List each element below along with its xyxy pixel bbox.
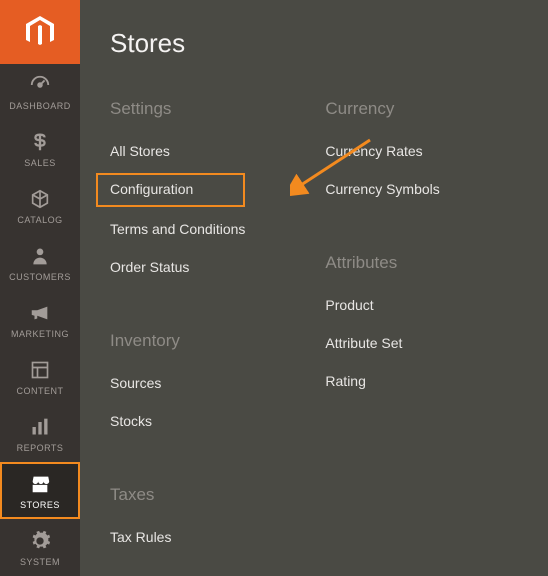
person-icon [28, 244, 52, 268]
submenu-right-column: Currency Currency Rates Currency Symbols… [325, 99, 439, 567]
nav-stores[interactable]: STORES [0, 462, 80, 519]
nav-catalog-label: CATALOG [17, 215, 62, 225]
gauge-icon [28, 73, 52, 97]
nav-marketing-label: MARKETING [11, 329, 69, 339]
menu-attribute-set[interactable]: Attribute Set [325, 335, 439, 351]
nav-dashboard[interactable]: DASHBOARD [0, 64, 80, 121]
nav-sales-label: SALES [24, 158, 56, 168]
menu-order-status[interactable]: Order Status [110, 259, 245, 275]
nav-stores-label: STORES [20, 500, 60, 510]
gear-icon [28, 529, 52, 553]
nav-sales[interactable]: SALES [0, 121, 80, 178]
nav-catalog[interactable]: CATALOG [0, 178, 80, 235]
configuration-highlight: Configuration [96, 173, 245, 207]
menu-currency-symbols[interactable]: Currency Symbols [325, 181, 439, 197]
submenu-left-column: Settings All Stores Configuration Terms … [110, 99, 245, 567]
settings-heading: Settings [110, 99, 245, 119]
menu-tax-rules[interactable]: Tax Rules [110, 529, 245, 545]
page-title: Stores [110, 28, 548, 59]
layout-icon [28, 358, 52, 382]
menu-sources[interactable]: Sources [110, 375, 245, 391]
nav-customers-label: CUSTOMERS [9, 272, 71, 282]
menu-currency-rates[interactable]: Currency Rates [325, 143, 439, 159]
menu-terms[interactable]: Terms and Conditions [110, 221, 245, 237]
nav-reports-label: REPORTS [17, 443, 64, 453]
stores-submenu-panel: Stores Settings All Stores Configuration… [80, 0, 548, 576]
currency-heading: Currency [325, 99, 439, 119]
attributes-heading: Attributes [325, 253, 439, 273]
dollar-icon [28, 130, 52, 154]
magento-logo[interactable] [0, 0, 80, 64]
taxes-heading: Taxes [110, 485, 245, 505]
nav-marketing[interactable]: MARKETING [0, 291, 80, 348]
menu-stocks[interactable]: Stocks [110, 413, 245, 429]
admin-sidebar: DASHBOARD SALES CATALOG CUSTOMERS MARKET… [0, 0, 80, 576]
nav-system[interactable]: SYSTEM [0, 519, 80, 576]
nav-content[interactable]: CONTENT [0, 348, 80, 405]
nav-dashboard-label: DASHBOARD [9, 101, 71, 111]
bar-chart-icon [28, 415, 52, 439]
menu-product[interactable]: Product [325, 297, 439, 313]
menu-all-stores[interactable]: All Stores [110, 143, 245, 159]
menu-rating[interactable]: Rating [325, 373, 439, 389]
nav-reports[interactable]: REPORTS [0, 405, 80, 462]
nav-system-label: SYSTEM [20, 557, 60, 567]
megaphone-icon [28, 301, 52, 325]
nav-content-label: CONTENT [17, 386, 64, 396]
menu-configuration[interactable]: Configuration [110, 181, 231, 197]
nav-customers[interactable]: CUSTOMERS [0, 235, 80, 292]
inventory-heading: Inventory [110, 331, 245, 351]
storefront-icon [28, 472, 52, 496]
magento-logo-icon [26, 16, 54, 48]
cube-icon [28, 187, 52, 211]
